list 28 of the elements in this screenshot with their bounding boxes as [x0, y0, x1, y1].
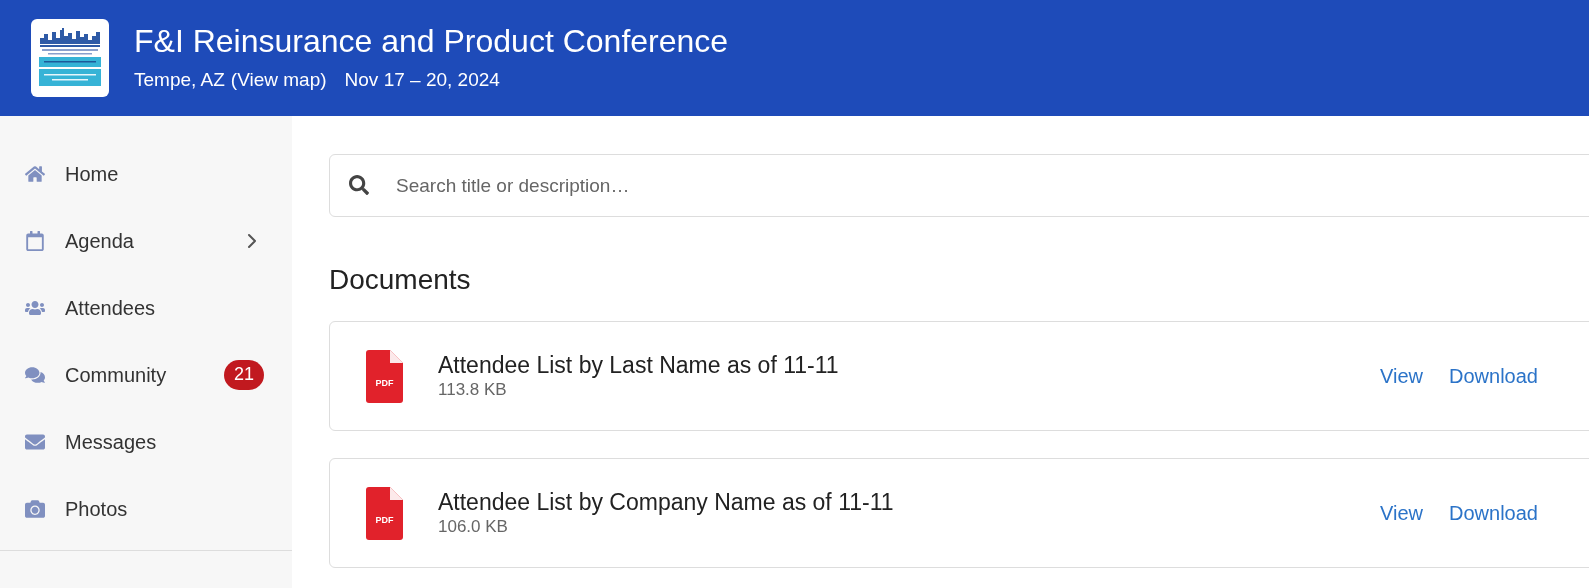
search-icon: [349, 175, 369, 195]
file-size: 113.8 KB: [438, 379, 508, 401]
chat-bubbles-icon: [25, 364, 45, 385]
home-icon: [25, 163, 45, 184]
event-dates: Nov 17 – 20, 2024: [344, 67, 500, 92]
sidebar-item[interactable]: Home: [0, 140, 292, 207]
sidebar-item[interactable]: Attendees: [0, 274, 292, 341]
view-link[interactable]: View: [1380, 498, 1424, 528]
notification-badge: 21: [224, 359, 264, 390]
section-heading: Documents: [329, 263, 471, 297]
sidebar-item[interactable]: Agenda: [0, 207, 292, 274]
sidebar-item[interactable]: Photos: [0, 475, 292, 542]
file-size: 106.0 KB: [438, 516, 509, 538]
location-text: Tempe, AZ: [134, 67, 225, 92]
download-link[interactable]: Download: [1449, 498, 1538, 528]
download-link[interactable]: Download: [1449, 361, 1538, 391]
conference-title: F&I Reinsurance and Product Conference: [134, 21, 729, 60]
calendar-icon: [25, 230, 45, 251]
document-title[interactable]: Attendee List by Company Name as of 11-11: [438, 488, 1381, 516]
pdf-file-icon: PDF: [366, 486, 403, 540]
pdf-file-icon: PDF: [366, 349, 403, 403]
search-field[interactable]: Search title or description…: [329, 154, 1589, 217]
camera-icon: [25, 498, 45, 519]
sidebar-item[interactable]: Messages: [0, 408, 292, 475]
sidebar-item[interactable]: Community 21: [0, 341, 292, 408]
document-title[interactable]: Attendee List by Last Name as of 11-11: [438, 351, 1381, 379]
view-link[interactable]: View: [1380, 361, 1424, 391]
view-map-link[interactable]: (View map): [230, 65, 327, 95]
